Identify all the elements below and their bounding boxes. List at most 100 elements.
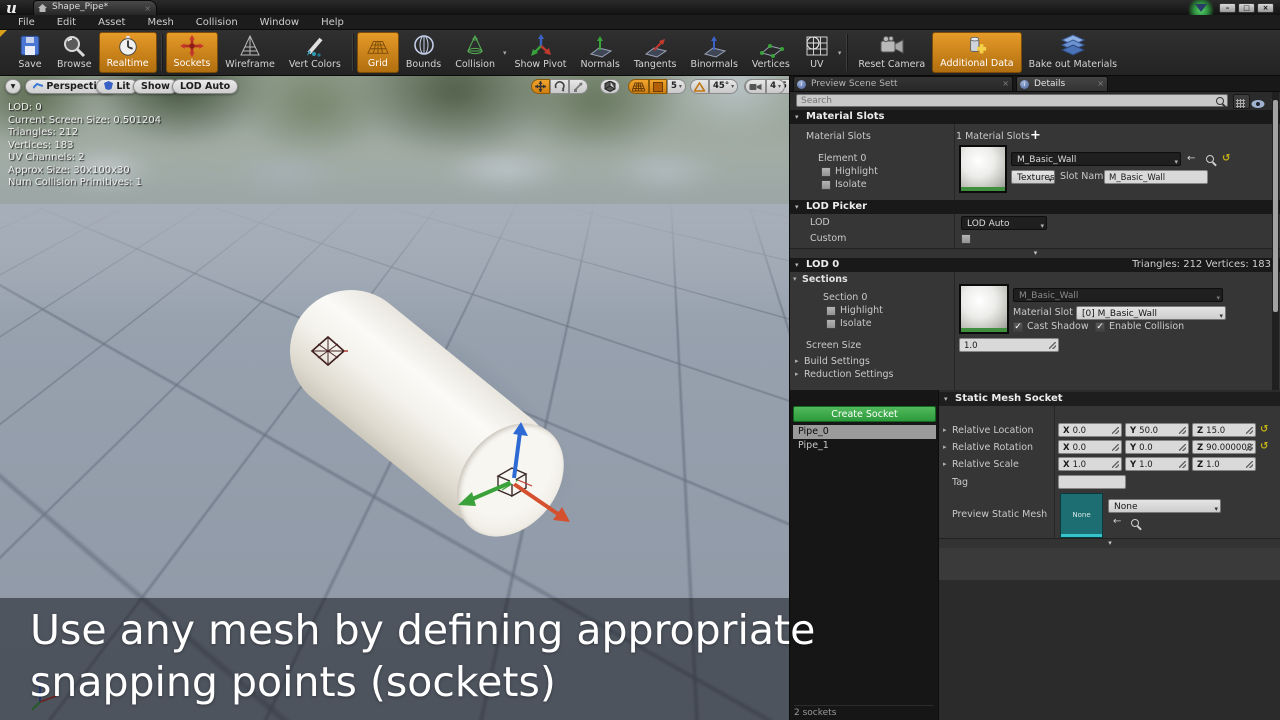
rotate-mode-button[interactable] <box>550 79 569 94</box>
rotation-y-field[interactable]: Y0.0 <box>1125 440 1189 454</box>
preview-mesh-thumbnail[interactable]: None <box>1060 493 1103 538</box>
lod0-header[interactable]: ▾ LOD 0 Triangles: 212 Vertices: 183 <box>790 258 1280 272</box>
isolate-checkbox[interactable] <box>821 180 831 190</box>
scale-y-field[interactable]: Y1.0 <box>1125 457 1189 471</box>
scale-mode-button[interactable] <box>569 79 588 94</box>
camera-speed-icon-button[interactable] <box>745 79 766 94</box>
drag-handle-icon[interactable] <box>1179 461 1186 468</box>
additional-data-button[interactable]: Additional Data <box>932 32 1021 73</box>
reset-material-icon[interactable]: ↺ <box>1222 153 1230 164</box>
collapsed-icon[interactable]: ▸ <box>795 357 799 365</box>
camera-speed-value-button[interactable]: 4▾ <box>766 79 785 94</box>
collapsed-icon[interactable]: ▸ <box>943 443 947 451</box>
material-thumbnail[interactable] <box>959 145 1007 193</box>
reset-rotation-icon[interactable]: ↺ <box>1260 441 1268 452</box>
section-material-thumbnail[interactable] <box>959 284 1009 334</box>
location-z-field[interactable]: Z15.0 <box>1192 423 1256 437</box>
location-x-field[interactable]: X0.0 <box>1058 423 1122 437</box>
collision-dropdown-icon[interactable]: ▾ <box>503 49 507 57</box>
slot-name-input[interactable]: M_Basic_Wall <box>1104 170 1208 184</box>
reduction-settings-label[interactable]: Reduction Settings <box>804 369 893 380</box>
material-slots-header[interactable]: ▾ Material Slots <box>790 110 1280 124</box>
scale-z-field[interactable]: Z1.0 <box>1192 457 1256 471</box>
preview-mesh-combo[interactable]: None ▾ <box>1108 499 1221 513</box>
angle-snap-toggle[interactable] <box>690 79 709 94</box>
reset-location-icon[interactable]: ↺ <box>1260 424 1268 435</box>
collision-button[interactable]: Collision <box>448 32 502 73</box>
socket-details-expander[interactable]: ▾ <box>939 538 1280 548</box>
add-material-slot-button[interactable]: + <box>1030 128 1041 143</box>
section-highlight-checkbox[interactable] <box>826 306 836 316</box>
scrollbar-thumb[interactable] <box>1273 100 1278 312</box>
bake-out-materials-button[interactable]: Bake out Materials <box>1022 32 1125 73</box>
lit-button[interactable]: Lit <box>96 79 138 94</box>
drag-handle-icon[interactable] <box>1049 342 1056 349</box>
translate-mode-button[interactable] <box>531 79 550 94</box>
screen-size-input[interactable]: 1.0 <box>959 338 1059 352</box>
lod-combo[interactable]: LOD Auto ▾ <box>961 216 1047 230</box>
create-socket-button[interactable]: Create Socket <box>793 406 936 422</box>
uv-button[interactable]: UV <box>797 32 837 73</box>
tab-preview-scene-settings[interactable]: i Preview Scene Sett × <box>793 76 1013 91</box>
build-settings-label[interactable]: Build Settings <box>804 356 870 367</box>
rotation-x-field[interactable]: X0.0 <box>1058 440 1122 454</box>
lod-picker-expander[interactable]: ▾ <box>790 248 1280 258</box>
socket-marker-pipe1[interactable] <box>308 334 348 368</box>
vertices-button[interactable]: Vertices <box>745 32 797 73</box>
browse-to-asset-icon[interactable] <box>1206 155 1214 163</box>
tab-close-icon[interactable]: × <box>144 2 151 15</box>
drag-handle-icon[interactable] <box>1246 427 1253 434</box>
grid-snap-toggle[interactable] <box>628 79 649 94</box>
scale-x-field[interactable]: X1.0 <box>1058 457 1122 471</box>
bounds-button[interactable]: Bounds <box>399 32 448 73</box>
section-isolate-checkbox[interactable] <box>826 319 836 329</box>
details-scrollbar[interactable] <box>1272 92 1279 390</box>
vert-colors-button[interactable]: Vert Colors <box>282 32 348 73</box>
tag-input[interactable] <box>1058 475 1126 489</box>
menu-item-help[interactable]: Help <box>311 17 354 28</box>
socket-list-item-pipe0[interactable]: Pipe_0 <box>793 425 936 439</box>
tab-close-icon[interactable]: × <box>1002 77 1009 91</box>
cast-shadow-checkbox[interactable]: ✓ <box>1013 322 1023 332</box>
minimize-button[interactable]: – <box>1219 3 1236 13</box>
enable-collision-checkbox[interactable]: ✓ <box>1095 322 1105 332</box>
grid-button[interactable]: Grid <box>357 32 399 73</box>
lod-picker-header[interactable]: ▾ LOD Picker <box>790 200 1280 214</box>
menu-item-asset[interactable]: Asset <box>88 17 135 28</box>
grid-snap-size-button[interactable]: 5▾ <box>667 79 686 94</box>
drag-handle-icon[interactable] <box>1112 461 1119 468</box>
collapsed-icon[interactable]: ▸ <box>795 370 799 378</box>
angle-snap-value-button[interactable]: 45°▾ <box>709 79 738 94</box>
tab-close-icon[interactable]: × <box>1097 77 1104 91</box>
drag-handle-icon[interactable] <box>1112 427 1119 434</box>
asset-window-tab[interactable]: Shape_Pipe* × <box>33 0 157 15</box>
normals-button[interactable]: Normals <box>574 32 627 73</box>
drag-handle-icon[interactable] <box>1179 444 1186 451</box>
material-combo[interactable]: M_Basic_Wall ▾ <box>1011 152 1181 166</box>
use-selected-icon[interactable]: ← <box>1187 153 1195 164</box>
wireframe-button[interactable]: Wireframe <box>218 32 282 73</box>
drag-handle-icon[interactable] <box>1246 444 1253 451</box>
highlight-checkbox[interactable] <box>821 167 831 177</box>
tab-details[interactable]: i Details × <box>1016 76 1108 91</box>
socket-list-item-pipe1[interactable]: Pipe_1 <box>793 439 936 453</box>
menu-item-window[interactable]: Window <box>250 17 309 28</box>
browse-to-asset-icon[interactable] <box>1131 519 1139 527</box>
viewport-options-button[interactable]: ▾ <box>5 79 21 94</box>
grid-snap-swatch[interactable] <box>649 79 667 94</box>
collapsed-icon[interactable]: ▸ <box>943 426 947 434</box>
lod-auto-button[interactable]: LOD Auto <box>172 79 238 94</box>
menu-item-mesh[interactable]: Mesh <box>137 17 183 28</box>
custom-checkbox[interactable] <box>961 234 971 244</box>
material-slot-combo[interactable]: [0] M_Basic_Wall ▾ <box>1076 306 1226 320</box>
uv-dropdown-icon[interactable]: ▾ <box>838 49 842 57</box>
save-button[interactable]: Save <box>10 32 50 73</box>
textures-filter-button[interactable]: Textures ▾ <box>1011 170 1055 184</box>
menu-item-collision[interactable]: Collision <box>186 17 248 28</box>
browse-button[interactable]: Browse <box>50 32 99 73</box>
maximize-button[interactable]: □ <box>1238 3 1255 13</box>
display-filter-button[interactable] <box>1233 94 1250 109</box>
tangents-button[interactable]: Tangents <box>627 32 684 73</box>
menu-item-file[interactable]: File <box>8 17 45 28</box>
static-mesh-socket-header[interactable]: ▾ Static Mesh Socket <box>939 392 1280 406</box>
